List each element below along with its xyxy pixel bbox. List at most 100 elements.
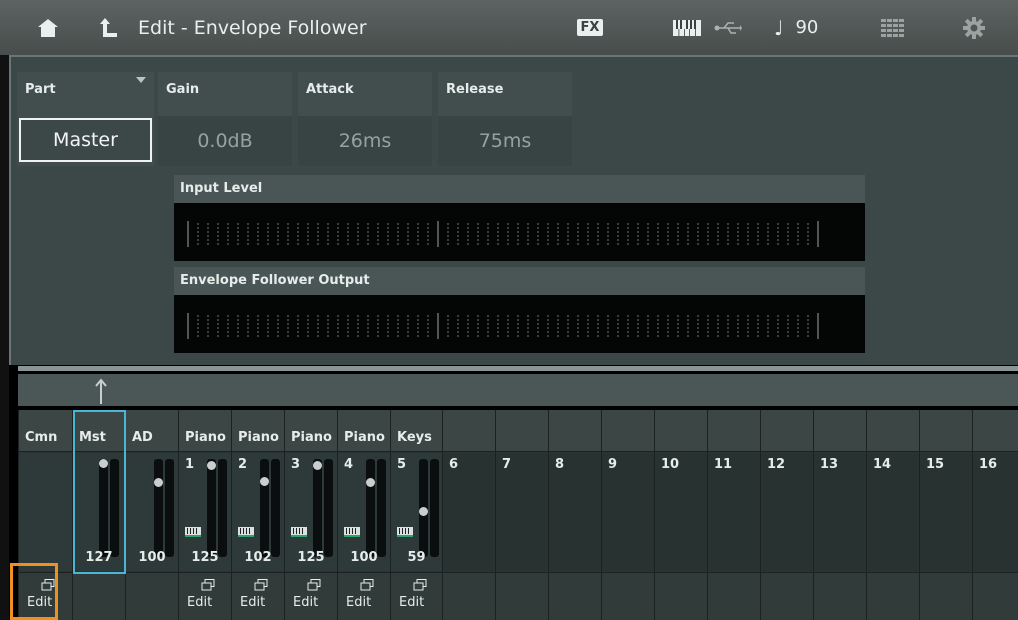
grid-button[interactable] [868,0,918,55]
mixer-channel[interactable]: 10 [654,410,707,620]
settings-button[interactable] [944,0,1004,55]
channel-header[interactable]: Keys [391,410,442,452]
mixer-channel[interactable]: Piano 4 100 Edit [337,410,390,620]
mixer-channel[interactable]: 8 [548,410,601,620]
mixer-channel[interactable]: Keys 5 59 Edit [390,410,442,620]
channel-body[interactable]: 8 [549,453,601,571]
channel-body[interactable]: 2 102 [232,453,284,571]
channel-header[interactable]: Piano [338,410,390,452]
release-parameter[interactable]: Release 75ms [438,72,572,166]
fader-knob[interactable] [366,477,375,487]
channel-body[interactable]: 10 [655,453,707,571]
volume-fader[interactable] [99,459,108,557]
tempo-display[interactable]: ♩ 90 [774,0,818,55]
channel-number: 15 [926,457,945,472]
channel-body[interactable]: 9 [602,453,654,571]
channel-header[interactable] [761,410,813,452]
mixer-channel[interactable]: Piano 1 125 Edit [178,410,231,620]
mixer-channel[interactable]: 15 [919,410,972,620]
channel-header[interactable] [602,410,654,452]
volume-fader[interactable] [207,459,216,557]
channel-body[interactable]: 1 125 [179,453,231,571]
mixer-channel[interactable]: Piano 2 102 Edit [231,410,284,620]
channel-header[interactable] [814,410,866,452]
channel-body[interactable]: 5 59 [391,453,442,571]
mixer-channel[interactable]: 11 [707,410,760,620]
part-selector[interactable]: Part Master [17,72,154,166]
up-arrow-icon [95,378,107,404]
channel-header[interactable] [708,410,760,452]
attack-parameter[interactable]: Attack 26ms [298,72,432,166]
channel-header[interactable]: AD [126,410,178,452]
channel-header[interactable]: Piano [232,410,284,452]
keyboard-part-icon [397,527,413,537]
volume-fader[interactable] [366,459,375,557]
mixer-channel[interactable]: 7 [495,410,548,620]
channel-body[interactable]: 14 [867,453,919,571]
channel-body[interactable]: 7 [496,453,548,571]
channel-number: 13 [820,457,839,472]
channel-footer [973,572,1018,620]
mixer-channel[interactable]: 9 [601,410,654,620]
attack-value[interactable]: 26ms [298,116,432,166]
channel-header[interactable] [443,410,495,452]
mixer-channel[interactable]: AD 100 [125,410,178,620]
fader-knob[interactable] [260,476,269,486]
edit-button[interactable]: Edit [179,573,231,620]
open-window-icon [360,579,374,591]
channel-body[interactable]: 11 [708,453,760,571]
channel-header[interactable] [920,410,972,452]
channel-header[interactable] [655,410,707,452]
channel-header[interactable]: Piano [179,410,231,452]
channel-body[interactable]: 13 [814,453,866,571]
volume-fader[interactable] [313,459,322,557]
edit-button[interactable]: Edit [391,573,442,620]
channel-header[interactable] [549,410,601,452]
fader-knob[interactable] [313,460,322,470]
home-button[interactable] [18,0,78,55]
channel-body[interactable]: 3 125 [285,453,337,571]
part-value[interactable]: Master [19,118,152,162]
volume-fader[interactable] [154,459,163,557]
channel-header[interactable]: Cmn [19,410,72,452]
channel-body[interactable]: 100 [126,453,178,571]
edit-button[interactable]: Edit [19,573,72,620]
edit-button[interactable]: Edit [338,573,390,620]
channel-body[interactable]: 12 [761,453,813,571]
release-value[interactable]: 75ms [438,116,572,166]
edit-label: Edit [27,595,53,610]
gain-value[interactable]: 0.0dB [158,116,292,166]
input-level-bar [174,203,865,261]
channel-header[interactable] [973,410,1018,452]
channel-header[interactable] [496,410,548,452]
channel-header[interactable]: Mst [73,410,125,452]
mixer-channel[interactable]: Cmn Edit [18,410,72,620]
fader-knob[interactable] [99,459,108,468]
volume-fader[interactable] [260,459,269,557]
mixer-channel[interactable]: 14 [866,410,919,620]
fader-knob[interactable] [419,507,428,517]
gain-parameter[interactable]: Gain 0.0dB [158,72,292,166]
back-button[interactable] [92,0,126,55]
mixer-channel[interactable]: Mst 127 [72,410,125,620]
edit-button[interactable]: Edit [232,573,284,620]
mixer-channel[interactable]: 16 [972,410,1018,620]
mixer-channel[interactable]: 12 [760,410,813,620]
channel-body[interactable]: 127 [73,453,125,571]
mixer-channel[interactable]: 13 [813,410,866,620]
mixer-channel[interactable]: 6 [442,410,495,620]
volume-value: 100 [138,550,166,565]
edit-button[interactable]: Edit [285,573,337,620]
channel-body[interactable]: 6 [443,453,495,571]
fader-knob[interactable] [154,477,163,487]
fader-knob[interactable] [207,460,216,470]
channel-body[interactable]: 15 [920,453,972,571]
channel-body[interactable] [19,453,72,571]
channel-body[interactable]: 4 100 [338,453,390,571]
mixer-channel[interactable]: Piano 3 125 Edit [284,410,337,620]
channel-body[interactable]: 16 [973,453,1018,571]
channel-header[interactable] [867,410,919,452]
mixer-strip: Cmn Edit Mst 127 AD 100 Piano 1 125 Edit Piano 2 102… [18,410,1018,620]
fx-indicator[interactable]: FX [564,0,616,55]
channel-header[interactable]: Piano [285,410,337,452]
